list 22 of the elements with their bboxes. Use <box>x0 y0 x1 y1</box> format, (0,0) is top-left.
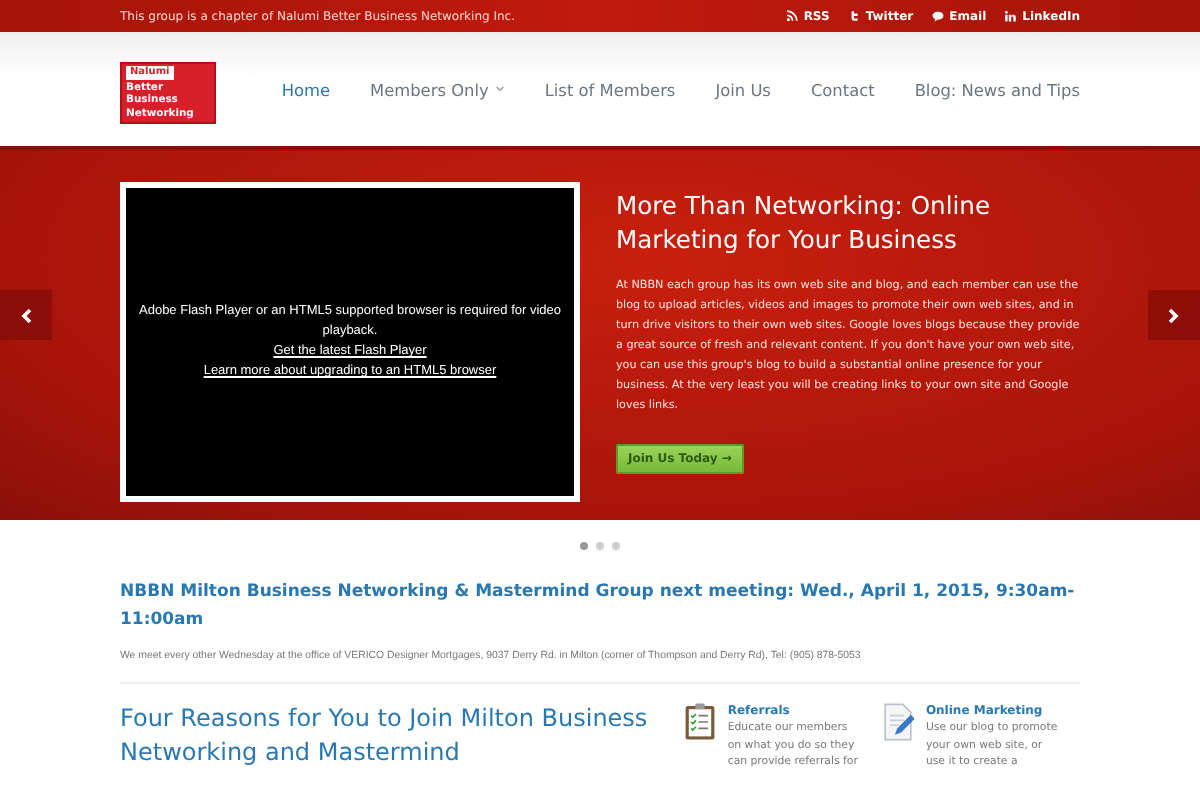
chevron-right-icon <box>1168 307 1180 323</box>
nav-link[interactable]: List of Members <box>544 79 676 99</box>
document-pencil-icon <box>881 702 914 742</box>
speech-bubble-icon <box>931 10 944 22</box>
nav-link[interactable]: Members Only <box>370 79 505 99</box>
next-slide-button[interactable] <box>1148 290 1200 340</box>
clipboard-checklist-icon <box>683 702 716 742</box>
meeting-title: NBBN Milton Business Networking & Mastermind Group next meeting: Wed., April 1, 2015, 9:30am-11:00am <box>120 580 1077 634</box>
linkedin-icon <box>1004 10 1017 22</box>
nav-link[interactable]: Home <box>281 79 331 99</box>
slide-dot[interactable] <box>612 541 620 549</box>
nav-link[interactable]: Join Us <box>715 79 771 99</box>
slide-dot[interactable] <box>596 541 604 549</box>
reasons-heading: Four Reasons for You to Join Milton Business Networking and Mastermind <box>120 702 650 770</box>
slide-dot[interactable] <box>580 541 588 549</box>
rss-icon <box>785 10 798 22</box>
slide-heading: More Than Networking: Online Marketing for Your Business <box>616 190 993 258</box>
twitter-icon <box>847 10 860 22</box>
nav-link[interactable]: Contact <box>810 79 875 99</box>
previous-slide-button[interactable] <box>0 290 52 340</box>
nav-link[interactable]: Blog: News and Tips <box>914 79 1080 99</box>
chevron-left-icon <box>20 307 32 323</box>
